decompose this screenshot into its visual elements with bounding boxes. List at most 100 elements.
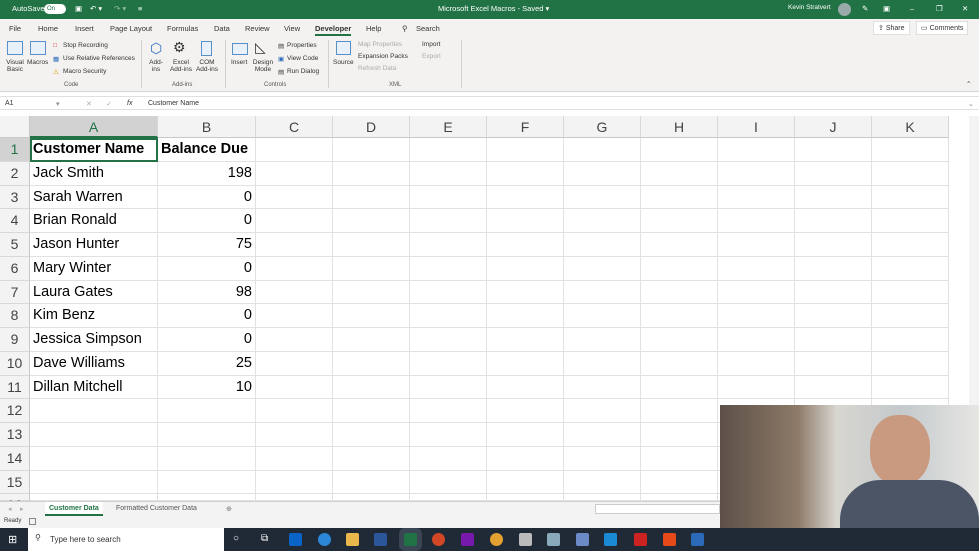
document-title[interactable]: Microsoft Excel Macros - Saved ▾ [438, 4, 549, 13]
cell-C5[interactable] [256, 233, 333, 257]
cell-B3[interactable]: 0 [158, 185, 256, 210]
cell-B10[interactable]: 25 [158, 351, 256, 376]
cell-H11[interactable] [641, 375, 718, 400]
row-header-9[interactable]: 9 [0, 328, 30, 352]
cell-A4[interactable]: Brian Ronald [30, 209, 158, 233]
app-icon-2[interactable] [547, 533, 560, 546]
cell-C15[interactable] [256, 470, 333, 495]
cell-K7[interactable] [872, 280, 949, 305]
cell-D9[interactable] [333, 328, 410, 352]
cell-J11[interactable] [795, 375, 872, 400]
cell-D11[interactable] [333, 375, 410, 400]
cell-A3[interactable]: Sarah Warren [30, 185, 158, 210]
macro-record-icon[interactable] [29, 518, 36, 525]
cell-B1[interactable]: Balance Due [158, 138, 256, 162]
cell-D12[interactable] [333, 399, 410, 423]
row-header-11[interactable]: 11 [0, 375, 30, 400]
cell-I4[interactable] [718, 209, 795, 233]
cell-G5[interactable] [564, 233, 641, 257]
cell-A11[interactable]: Dillan Mitchell [30, 375, 158, 400]
formula-input[interactable]: Customer Name [148, 100, 199, 107]
expand-formula-bar-icon[interactable]: ⌄ [968, 100, 974, 108]
cell-A16[interactable] [30, 494, 158, 501]
cell-C12[interactable] [256, 399, 333, 423]
autosave-toggle[interactable]: On [44, 4, 66, 14]
tab-help[interactable]: Help [366, 24, 381, 33]
cell-I5[interactable] [718, 233, 795, 257]
cell-B4[interactable]: 0 [158, 209, 256, 233]
cell-F10[interactable] [487, 351, 564, 376]
cell-G14[interactable] [564, 446, 641, 471]
cell-J1[interactable] [795, 138, 872, 162]
cell-H1[interactable] [641, 138, 718, 162]
name-box-dropdown-icon[interactable]: ▾ [56, 100, 60, 108]
enter-icon[interactable]: ✓ [106, 100, 112, 108]
app-icon[interactable] [519, 533, 532, 546]
column-header-A[interactable]: A [30, 116, 158, 138]
cell-K1[interactable] [872, 138, 949, 162]
chrome-icon[interactable] [490, 533, 503, 546]
tab-search[interactable]: Search [416, 24, 440, 33]
cell-F5[interactable] [487, 233, 564, 257]
cell-J8[interactable] [795, 304, 872, 328]
cell-E9[interactable] [410, 328, 487, 352]
cell-K8[interactable] [872, 304, 949, 328]
comments-button[interactable]: ▭ Comments [916, 21, 969, 35]
cell-C11[interactable] [256, 375, 333, 400]
cell-C13[interactable] [256, 423, 333, 447]
cell-B5[interactable]: 75 [158, 233, 256, 257]
cell-J7[interactable] [795, 280, 872, 305]
cell-A12[interactable] [30, 399, 158, 423]
cell-D13[interactable] [333, 423, 410, 447]
cell-I1[interactable] [718, 138, 795, 162]
cell-F11[interactable] [487, 375, 564, 400]
cell-G8[interactable] [564, 304, 641, 328]
cell-G3[interactable] [564, 185, 641, 210]
cell-I7[interactable] [718, 280, 795, 305]
powerpoint-icon[interactable] [432, 533, 445, 546]
row-header-2[interactable]: 2 [0, 161, 30, 186]
row-header-8[interactable]: 8 [0, 304, 30, 328]
insert-function-button[interactable]: fx [127, 100, 132, 107]
cell-G12[interactable] [564, 399, 641, 423]
outlook-icon[interactable] [289, 533, 302, 546]
cell-A2[interactable]: Jack Smith [30, 161, 158, 186]
task-view-icon[interactable]: ⧉ [261, 533, 268, 544]
cell-D3[interactable] [333, 185, 410, 210]
row-header-12[interactable]: 12 [0, 399, 30, 423]
cell-D10[interactable] [333, 351, 410, 376]
tab-review[interactable]: Review [245, 24, 270, 33]
cell-E11[interactable] [410, 375, 487, 400]
cell-K5[interactable] [872, 233, 949, 257]
cell-I8[interactable] [718, 304, 795, 328]
cell-E3[interactable] [410, 185, 487, 210]
tab-view[interactable]: View [284, 24, 300, 33]
tab-insert[interactable]: Insert [75, 24, 94, 33]
cell-E7[interactable] [410, 280, 487, 305]
cell-K11[interactable] [872, 375, 949, 400]
sheet-scroll-right-icon[interactable]: ▸ [20, 505, 24, 513]
tab-home[interactable]: Home [38, 24, 58, 33]
cell-G10[interactable] [564, 351, 641, 376]
view-code-button[interactable]: View Code [287, 55, 318, 62]
column-header-C[interactable]: C [256, 116, 333, 138]
cell-K6[interactable] [872, 256, 949, 281]
sheet-tab-customer-data[interactable]: Customer Data [45, 502, 103, 516]
cell-E5[interactable] [410, 233, 487, 257]
row-header-13[interactable]: 13 [0, 423, 30, 447]
cell-H2[interactable] [641, 161, 718, 186]
tab-formulas[interactable]: Formulas [167, 24, 198, 33]
cell-D1[interactable] [333, 138, 410, 162]
cell-J3[interactable] [795, 185, 872, 210]
cell-B6[interactable]: 0 [158, 256, 256, 281]
cell-C4[interactable] [256, 209, 333, 233]
cell-G2[interactable] [564, 161, 641, 186]
macros-button[interactable]: Macros [27, 59, 48, 66]
cell-H4[interactable] [641, 209, 718, 233]
visual-basic-button[interactable]: Visual Basic [5, 59, 25, 73]
cell-G1[interactable] [564, 138, 641, 162]
cell-G16[interactable] [564, 494, 641, 501]
cell-H13[interactable] [641, 423, 718, 447]
tab-developer[interactable]: Developer [315, 24, 352, 36]
sheet-scroll-left-icon[interactable]: ◂ [8, 505, 12, 513]
